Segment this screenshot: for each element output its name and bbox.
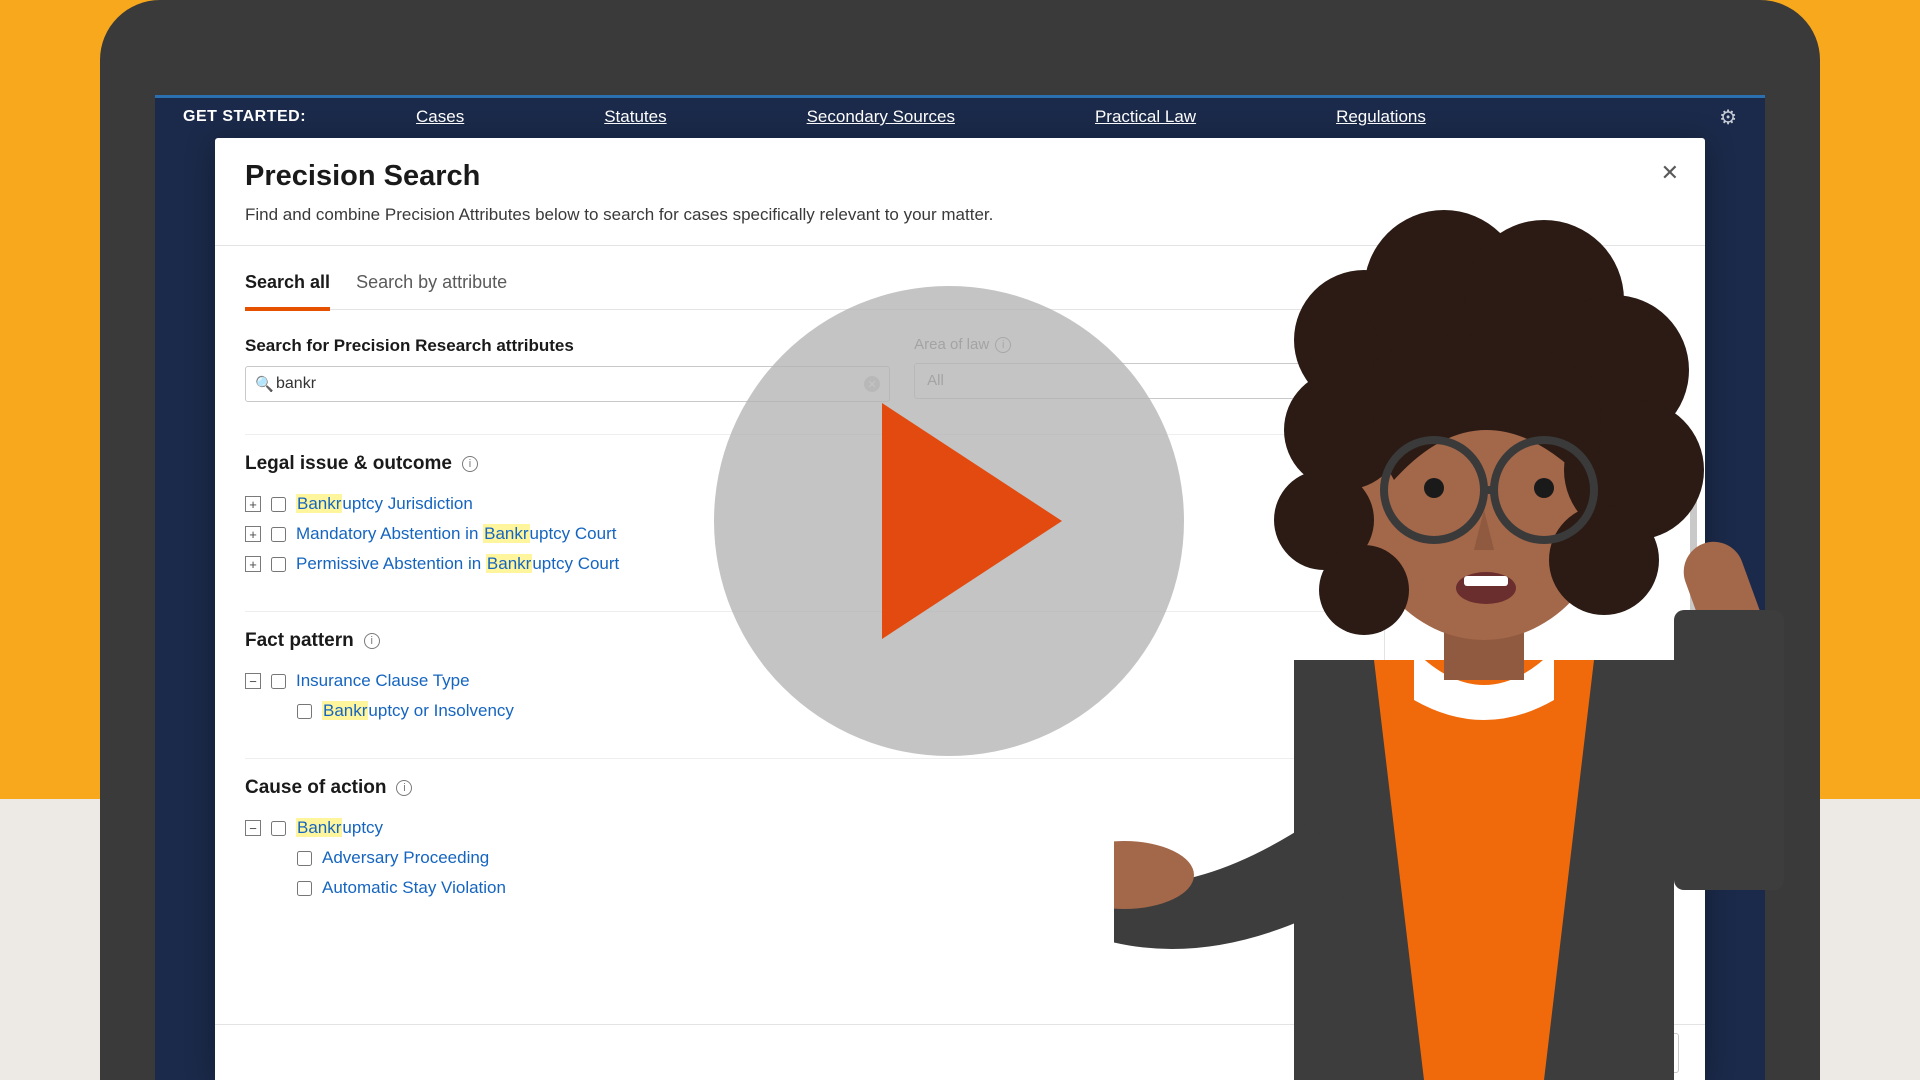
search-icon: 🔍 bbox=[255, 375, 274, 393]
collapse-icon[interactable]: − bbox=[245, 673, 261, 689]
checkbox[interactable] bbox=[271, 557, 286, 572]
nav-practical-law[interactable]: Practical Law bbox=[1095, 107, 1196, 127]
tab-search-by-attribute[interactable]: Search by attribute bbox=[356, 260, 507, 309]
topbar: GET STARTED: Cases Statutes Secondary So… bbox=[155, 98, 1765, 136]
section-cause-of-action: Cause of action i − Bankruptcy bbox=[245, 758, 1354, 903]
expand-icon[interactable]: + bbox=[245, 556, 261, 572]
nav-regulations[interactable]: Regulations bbox=[1336, 107, 1426, 127]
nav-secondary-sources[interactable]: Secondary Sources bbox=[807, 107, 955, 127]
right-pane-title: S bbox=[1407, 272, 1683, 294]
fact-parent-label[interactable]: Insurance Clause Type bbox=[296, 671, 470, 691]
section-title-cause-text: Cause of action bbox=[245, 777, 386, 799]
checkbox[interactable] bbox=[271, 821, 286, 836]
cause-child-label[interactable]: Adversary Proceeding bbox=[322, 848, 489, 868]
tabs: Search all Search by attribute bbox=[245, 260, 1354, 310]
cause-child-row: Adversary Proceeding bbox=[297, 843, 1354, 873]
checkbox[interactable] bbox=[297, 704, 312, 719]
tab-search-all[interactable]: Search all bbox=[245, 260, 330, 311]
modal-footer: View 0 cases bbox=[215, 1024, 1705, 1080]
view-cases-button[interactable]: View 0 cases bbox=[1533, 1033, 1679, 1073]
expand-icon[interactable]: + bbox=[245, 496, 261, 512]
play-icon bbox=[882, 403, 1062, 639]
cause-child-label[interactable]: Automatic Stay Violation bbox=[322, 878, 506, 898]
collapse-icon[interactable]: − bbox=[245, 820, 261, 836]
section-title-cause: Cause of action i bbox=[245, 777, 1354, 799]
modal-header: Precision Search Find and combine Precis… bbox=[215, 138, 1705, 246]
checkbox[interactable] bbox=[271, 527, 286, 542]
checkbox[interactable] bbox=[271, 674, 286, 689]
close-icon[interactable]: ✕ bbox=[1661, 160, 1679, 186]
info-icon[interactable]: i bbox=[462, 456, 478, 472]
gear-icon[interactable]: ⚙ bbox=[1719, 105, 1737, 130]
section-title-fact-text: Fact pattern bbox=[245, 630, 354, 652]
checkbox[interactable] bbox=[297, 881, 312, 896]
expand-icon[interactable]: + bbox=[245, 526, 261, 542]
checkbox[interactable] bbox=[297, 851, 312, 866]
cause-child-row: Automatic Stay Violation bbox=[297, 873, 1354, 903]
legal-item-label[interactable]: Bankruptcy Jurisdiction bbox=[296, 494, 473, 514]
cause-parent-label[interactable]: Bankruptcy bbox=[296, 818, 383, 838]
right-pane: S bbox=[1385, 246, 1705, 1080]
scrollbar[interactable] bbox=[1690, 454, 1697, 724]
get-started-label: GET STARTED: bbox=[183, 108, 306, 126]
play-button[interactable] bbox=[714, 286, 1184, 756]
topnav: Cases Statutes Secondary Sources Practic… bbox=[416, 107, 1719, 127]
fact-child-label[interactable]: Bankruptcy or Insolvency bbox=[322, 701, 514, 721]
cause-parent-row: − Bankruptcy bbox=[245, 813, 1354, 843]
modal-subtitle: Find and combine Precision Attributes be… bbox=[245, 205, 1675, 225]
modal-title: Precision Search bbox=[245, 160, 1675, 193]
nav-statutes[interactable]: Statutes bbox=[604, 107, 666, 127]
info-icon[interactable]: i bbox=[396, 780, 412, 796]
nav-cases[interactable]: Cases bbox=[416, 107, 464, 127]
legal-item-label[interactable]: Permissive Abstention in Bankruptcy Cour… bbox=[296, 554, 619, 574]
info-icon[interactable]: i bbox=[364, 633, 380, 649]
legal-item-label[interactable]: Mandatory Abstention in Bankruptcy Court bbox=[296, 524, 616, 544]
checkbox[interactable] bbox=[271, 497, 286, 512]
section-title-legal-text: Legal issue & outcome bbox=[245, 453, 452, 475]
